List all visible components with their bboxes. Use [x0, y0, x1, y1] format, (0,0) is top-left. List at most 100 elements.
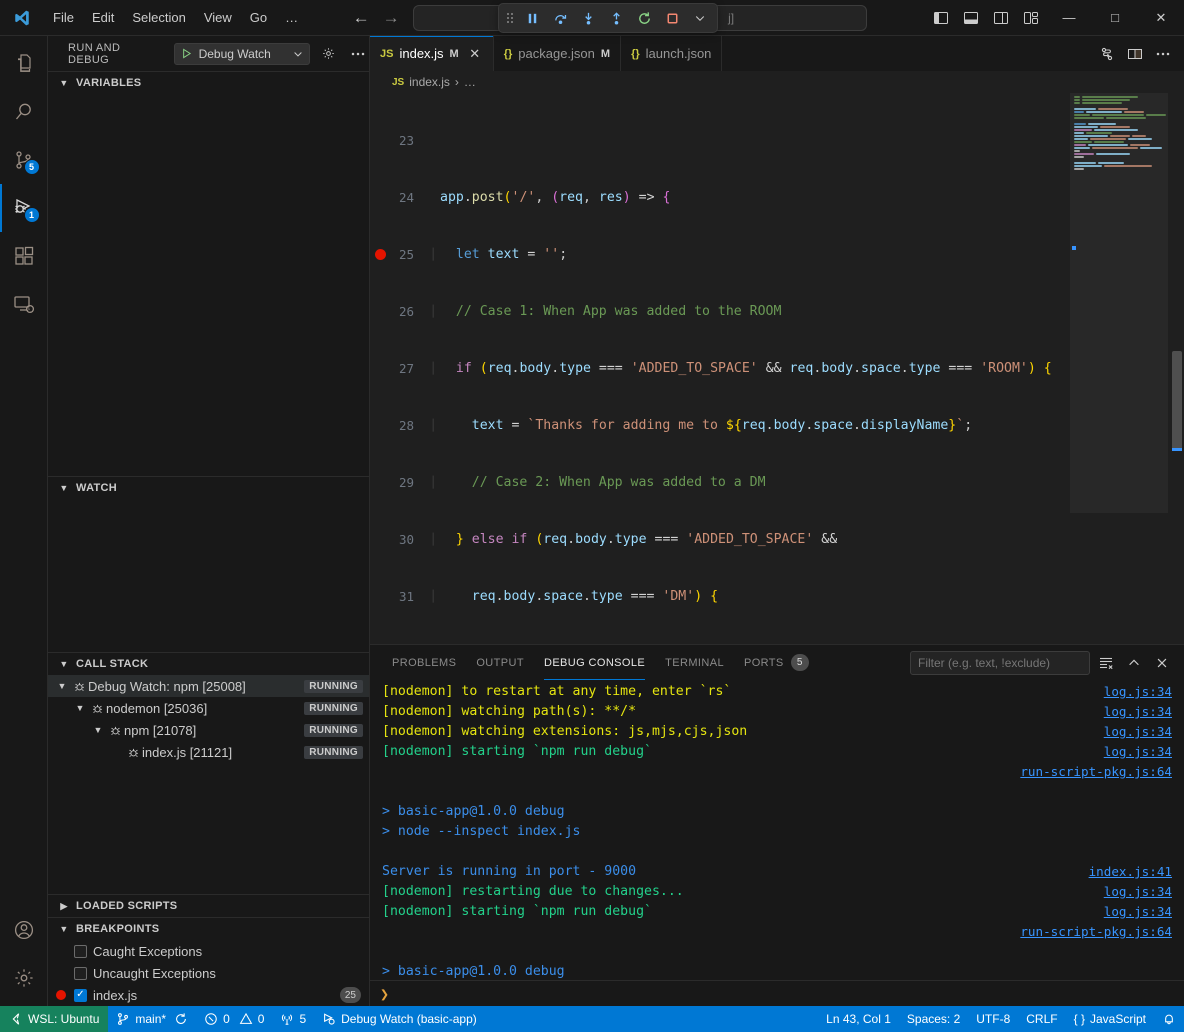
- tab-problems[interactable]: PROBLEMS: [382, 645, 466, 680]
- run-and-debug-file-icon[interactable]: [1094, 41, 1120, 67]
- step-into-button[interactable]: [575, 6, 601, 30]
- breakpoint-checkbox[interactable]: [74, 945, 87, 958]
- customize-layout-icon[interactable]: [1016, 5, 1046, 31]
- breakpoints-pane-header[interactable]: ▼ BREAKPOINTS: [48, 918, 369, 940]
- console-source-link[interactable]: log.js:34: [1104, 722, 1172, 742]
- editor-more-actions-icon[interactable]: [1150, 41, 1176, 67]
- step-out-button[interactable]: [603, 6, 629, 30]
- editor-scrollbar[interactable]: [1170, 93, 1184, 644]
- status-branch[interactable]: main*: [108, 1006, 196, 1032]
- chevron-down-icon[interactable]: ▼: [72, 703, 88, 713]
- activity-extensions[interactable]: [0, 232, 48, 280]
- status-indentation[interactable]: Spaces: 2: [899, 1006, 968, 1032]
- bell-icon: [1162, 1012, 1176, 1026]
- call-stack-pane-header[interactable]: ▼ CALL STACK: [48, 653, 369, 675]
- activity-source-control[interactable]: 5: [0, 136, 48, 184]
- go-back-icon[interactable]: ←: [347, 6, 375, 30]
- toggle-primary-sidebar-icon[interactable]: [926, 5, 956, 31]
- scrollbar-thumb[interactable]: [1172, 351, 1182, 451]
- watch-pane-header[interactable]: ▼ WATCH: [48, 477, 369, 499]
- call-stack-row[interactable]: ▼ npm [21078] RUNNING: [48, 719, 369, 741]
- console-source-link[interactable]: log.js:34: [1104, 882, 1172, 902]
- call-stack-row[interactable]: index.js [21121] RUNNING: [48, 741, 369, 763]
- close-panel-icon[interactable]: [1150, 651, 1174, 675]
- restart-button[interactable]: [631, 6, 657, 30]
- drag-handle-icon[interactable]: [503, 11, 517, 25]
- status-problems[interactable]: 0 0: [196, 1006, 272, 1032]
- console-source-link[interactable]: run-script-pkg.js:64: [1020, 922, 1172, 942]
- collapse-panel-icon[interactable]: [1122, 651, 1146, 675]
- console-source-link[interactable]: log.js:34: [1104, 702, 1172, 722]
- console-source-link[interactable]: log.js:34: [1104, 742, 1172, 762]
- status-language-mode[interactable]: { } JavaScript: [1066, 1006, 1154, 1032]
- activity-run-and-debug[interactable]: 1: [0, 184, 48, 232]
- chevron-down-icon[interactable]: ▼: [54, 681, 70, 691]
- status-notifications[interactable]: [1154, 1006, 1184, 1032]
- activity-explorer[interactable]: [0, 40, 48, 88]
- activity-remote-explorer[interactable]: >_: [0, 280, 48, 328]
- breadcrumb-symbol[interactable]: …: [464, 75, 476, 89]
- debug-console-repl-input[interactable]: ❯: [370, 980, 1184, 1006]
- go-forward-icon[interactable]: →: [377, 6, 405, 30]
- breakpoint-row-index-js[interactable]: index.js 25: [48, 984, 369, 1006]
- close-window-button[interactable]: ✕: [1138, 0, 1184, 36]
- tab-index-js[interactable]: JS index.js M ✕: [370, 36, 494, 71]
- menu-view[interactable]: View: [195, 7, 241, 28]
- menu-edit[interactable]: Edit: [83, 7, 123, 28]
- tab-output[interactable]: OUTPUT: [466, 645, 534, 680]
- tab-debug-console[interactable]: DEBUG CONSOLE: [534, 645, 655, 680]
- minimize-window-button[interactable]: —: [1046, 0, 1092, 36]
- menu-selection[interactable]: Selection: [123, 7, 194, 28]
- status-ports[interactable]: 5: [272, 1006, 314, 1032]
- status-encoding[interactable]: UTF-8: [968, 1006, 1018, 1032]
- more-debug-button[interactable]: [687, 6, 713, 30]
- loaded-scripts-pane-header[interactable]: ▶ LOADED SCRIPTS: [48, 895, 369, 917]
- tab-package-json[interactable]: {} package.json M: [494, 36, 621, 71]
- tab-launch-json[interactable]: {} launch.json: [621, 36, 722, 71]
- activity-accounts[interactable]: [0, 906, 48, 954]
- breadcrumb-file[interactable]: index.js: [409, 75, 450, 89]
- console-source-link[interactable]: log.js:34: [1104, 682, 1172, 702]
- breakpoint-row-uncaught-exceptions[interactable]: Uncaught Exceptions: [48, 962, 369, 984]
- chevron-down-icon[interactable]: ▼: [90, 725, 106, 735]
- open-launch-json-gear-icon[interactable]: [318, 43, 340, 65]
- sidebar-more-actions-icon[interactable]: [347, 43, 369, 65]
- call-stack-row[interactable]: ▼ Debug Watch: npm [25008] RUNNING: [48, 675, 369, 697]
- activity-search[interactable]: [0, 88, 48, 136]
- close-tab-icon[interactable]: ✕: [467, 46, 483, 62]
- console-source-link[interactable]: log.js:34: [1104, 902, 1172, 922]
- code-editor[interactable]: 23 24app.post('/', (req, res) => { 25│ l…: [370, 93, 1184, 644]
- clear-console-icon[interactable]: [1094, 651, 1118, 675]
- source-code[interactable]: 23 24app.post('/', (req, res) => { 25│ l…: [370, 93, 1184, 644]
- status-eol[interactable]: CRLF: [1018, 1006, 1065, 1032]
- launch-configuration-select[interactable]: Debug Watch: [174, 43, 310, 65]
- split-editor-right-icon[interactable]: [1122, 41, 1148, 67]
- menu-go[interactable]: Go: [241, 7, 276, 28]
- status-cursor-position[interactable]: Ln 43, Col 1: [818, 1006, 899, 1032]
- step-over-button[interactable]: [547, 6, 573, 30]
- editor-breakpoint-marker[interactable]: [375, 249, 386, 260]
- tab-terminal[interactable]: TERMINAL: [655, 645, 734, 680]
- console-source-link[interactable]: index.js:41: [1089, 862, 1172, 882]
- console-source-link[interactable]: run-script-pkg.js:64: [1020, 762, 1172, 782]
- pause-button[interactable]: [519, 6, 545, 30]
- console-filter-input[interactable]: Filter (e.g. text, !exclude): [910, 651, 1090, 675]
- debug-process-icon: [106, 724, 124, 737]
- maximize-window-button[interactable]: □: [1092, 0, 1138, 36]
- breakpoint-checkbox[interactable]: [74, 967, 87, 980]
- call-stack-row[interactable]: ▼ nodemon [25036] RUNNING: [48, 697, 369, 719]
- menu-file[interactable]: File: [44, 7, 83, 28]
- debug-console-output[interactable]: [nodemon] to restart at any time, enter …: [370, 680, 1184, 980]
- stop-button[interactable]: [659, 6, 685, 30]
- tab-ports[interactable]: PORTS 5: [734, 645, 819, 680]
- breakpoint-row-caught-exceptions[interactable]: Caught Exceptions: [48, 940, 369, 962]
- minimap[interactable]: [1070, 93, 1168, 644]
- status-remote-host[interactable]: WSL: Ubuntu: [0, 1006, 108, 1032]
- variables-pane-header[interactable]: ▼ VARIABLES: [48, 72, 369, 94]
- breakpoint-checkbox[interactable]: [74, 989, 87, 1002]
- menu-more[interactable]: …: [276, 7, 307, 28]
- toggle-panel-icon[interactable]: [956, 5, 986, 31]
- activity-settings-gear-icon[interactable]: [0, 954, 48, 1002]
- toggle-secondary-sidebar-icon[interactable]: [986, 5, 1016, 31]
- status-debug-session[interactable]: Debug Watch (basic-app): [314, 1006, 485, 1032]
